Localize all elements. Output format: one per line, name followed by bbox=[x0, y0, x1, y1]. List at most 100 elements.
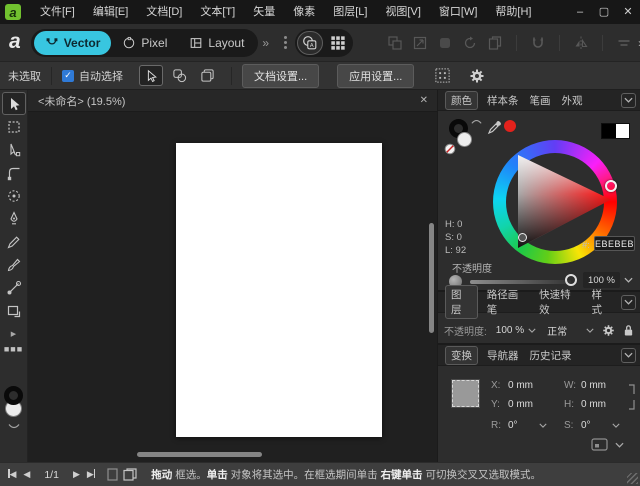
minimize-button[interactable]: – bbox=[568, 0, 592, 24]
opacity-slider-knob[interactable] bbox=[565, 274, 577, 286]
menu-pixel[interactable]: 像素 bbox=[284, 0, 324, 24]
insertion-target-button[interactable]: A bbox=[297, 31, 323, 55]
tab-navigator[interactable]: 导航器 bbox=[485, 347, 521, 364]
tab-layers[interactable]: 图层 bbox=[445, 285, 478, 319]
w-field[interactable]: 0 mm bbox=[581, 380, 606, 391]
transform-origin-icon[interactable] bbox=[591, 438, 608, 451]
panel-collapse-button[interactable] bbox=[621, 295, 636, 310]
panel-collapse-button[interactable] bbox=[621, 348, 636, 363]
grid-options-button[interactable] bbox=[325, 31, 351, 55]
facing-pages-view-icon[interactable] bbox=[123, 468, 137, 481]
lock-icon[interactable] bbox=[623, 324, 634, 337]
fill-stroke-wells[interactable] bbox=[1, 386, 27, 432]
single-page-view-icon[interactable] bbox=[107, 468, 118, 481]
r-chevron[interactable] bbox=[539, 423, 547, 428]
swap-colors-icon[interactable] bbox=[7, 423, 21, 431]
y-field[interactable]: 0 mm bbox=[508, 399, 533, 410]
vertical-scrollbar[interactable] bbox=[429, 223, 434, 333]
previous-page-button[interactable]: ◀ bbox=[23, 469, 30, 480]
document-close-icon[interactable]: ✕ bbox=[411, 95, 437, 106]
select-mode-contain-button[interactable] bbox=[195, 65, 219, 86]
pencil-tool[interactable] bbox=[2, 230, 26, 253]
blend-mode-chevron[interactable] bbox=[586, 328, 594, 333]
tab-color[interactable]: 颜色 bbox=[445, 91, 478, 110]
tab-transform[interactable]: 变换 bbox=[445, 346, 478, 365]
layer-settings-gear-icon[interactable] bbox=[602, 324, 615, 337]
stroke-color-well[interactable] bbox=[4, 386, 23, 405]
tab-stroke[interactable]: 笔画 bbox=[528, 92, 553, 109]
tab-history[interactable]: 历史记录 bbox=[528, 347, 574, 364]
maximize-button[interactable]: ▢ bbox=[592, 0, 616, 24]
close-button[interactable]: ✕ bbox=[616, 0, 640, 24]
horizontal-scrollbar[interactable] bbox=[137, 452, 262, 457]
persona-tab-vector[interactable]: Vector bbox=[34, 31, 112, 55]
hex-value-field[interactable]: EBEBEB bbox=[594, 236, 635, 251]
tab-appearance[interactable]: 外观 bbox=[560, 92, 585, 109]
hue-marker[interactable] bbox=[605, 180, 617, 192]
grid-settings-button[interactable] bbox=[434, 67, 451, 84]
menu-file[interactable]: 文件[F] bbox=[31, 0, 84, 24]
picked-color-swatch[interactable] bbox=[504, 120, 516, 132]
shade-marker[interactable] bbox=[518, 233, 527, 242]
tool-flyout-arrow-icon[interactable]: ▶ bbox=[11, 330, 16, 338]
auto-select-checkbox[interactable]: ✓ bbox=[62, 70, 74, 82]
select-mode-cursor-button[interactable] bbox=[139, 65, 163, 86]
menu-vector[interactable]: 矢量 bbox=[244, 0, 284, 24]
canvas-area[interactable]: <未命名> (19.5%) ✕ bbox=[28, 90, 437, 462]
document-page[interactable] bbox=[176, 143, 382, 437]
corner-tool[interactable] bbox=[2, 161, 26, 184]
blend-mode-dropdown[interactable]: 正常 bbox=[547, 323, 567, 338]
panel-fill-well[interactable] bbox=[457, 132, 472, 147]
tab-path-brushes[interactable]: 路径画笔 bbox=[485, 286, 530, 318]
layers-opacity-value[interactable]: 100 % bbox=[496, 325, 524, 336]
x-field[interactable]: 0 mm bbox=[508, 380, 533, 391]
s-field[interactable]: 0° bbox=[581, 420, 591, 431]
tab-styles[interactable]: 样式 bbox=[589, 286, 614, 318]
next-page-button[interactable]: ▶ bbox=[73, 469, 80, 480]
menu-window[interactable]: 窗口[W] bbox=[430, 0, 487, 24]
h-field[interactable]: 0 mm bbox=[581, 399, 606, 410]
tab-swatches[interactable]: 样本条 bbox=[485, 92, 521, 109]
move-tool[interactable] bbox=[2, 92, 26, 115]
tab-quick-fx[interactable]: 快速特效 bbox=[537, 286, 582, 318]
menu-edit[interactable]: 编辑[E] bbox=[84, 0, 137, 24]
opacity-slider-track[interactable] bbox=[470, 280, 571, 284]
menu-document[interactable]: 文档[D] bbox=[137, 0, 191, 24]
gear-icon[interactable] bbox=[469, 68, 485, 84]
eyedropper-icon[interactable] bbox=[486, 119, 503, 136]
panel-collapse-button[interactable] bbox=[621, 93, 636, 108]
persona-tab-pixel[interactable]: Pixel bbox=[111, 31, 178, 55]
menu-text[interactable]: 文本[T] bbox=[191, 0, 244, 24]
transparency-tool[interactable] bbox=[2, 276, 26, 299]
node-tool[interactable] bbox=[2, 138, 26, 161]
opacity-dropdown-chevron[interactable] bbox=[624, 277, 633, 283]
rectangle-tool[interactable] bbox=[2, 299, 26, 322]
document-settings-button[interactable]: 文档设置... bbox=[242, 64, 319, 88]
menu-view[interactable]: 视图[V] bbox=[376, 0, 429, 24]
point-transform-tool[interactable] bbox=[2, 184, 26, 207]
window-resize-grip[interactable] bbox=[627, 473, 638, 484]
app-settings-button[interactable]: 应用设置... bbox=[337, 64, 414, 88]
more-tools-button[interactable]: ■■■ bbox=[4, 344, 23, 354]
s-chevron[interactable] bbox=[612, 423, 620, 428]
select-mode-intersect-button[interactable] bbox=[167, 65, 191, 86]
persona-tab-layout[interactable]: Layout bbox=[178, 31, 255, 55]
swap-colors-icon[interactable] bbox=[470, 117, 483, 125]
r-field[interactable]: 0° bbox=[508, 420, 518, 431]
pen-tool[interactable] bbox=[2, 207, 26, 230]
layers-opacity-chevron[interactable] bbox=[528, 328, 536, 333]
vector-brush-tool[interactable] bbox=[2, 253, 26, 276]
artboard-tool[interactable] bbox=[2, 115, 26, 138]
persona-overflow-chevron[interactable]: » bbox=[262, 36, 269, 50]
link-dimensions-icon[interactable] bbox=[628, 384, 635, 410]
blackwhite-toggle[interactable] bbox=[601, 123, 630, 139]
last-page-button[interactable]: ▶ bbox=[87, 469, 95, 480]
menu-layer[interactable]: 图层[L] bbox=[324, 0, 376, 24]
layout-persona-icon bbox=[189, 36, 203, 50]
anchor-point-selector[interactable] bbox=[452, 380, 479, 407]
transform-options-chevron[interactable] bbox=[615, 442, 624, 448]
menu-help[interactable]: 帮助[H] bbox=[486, 0, 540, 24]
no-fill-icon[interactable] bbox=[444, 143, 456, 155]
document-tab[interactable]: <未命名> (19.5%) bbox=[28, 93, 411, 109]
first-page-button[interactable]: ◀ bbox=[8, 469, 16, 480]
